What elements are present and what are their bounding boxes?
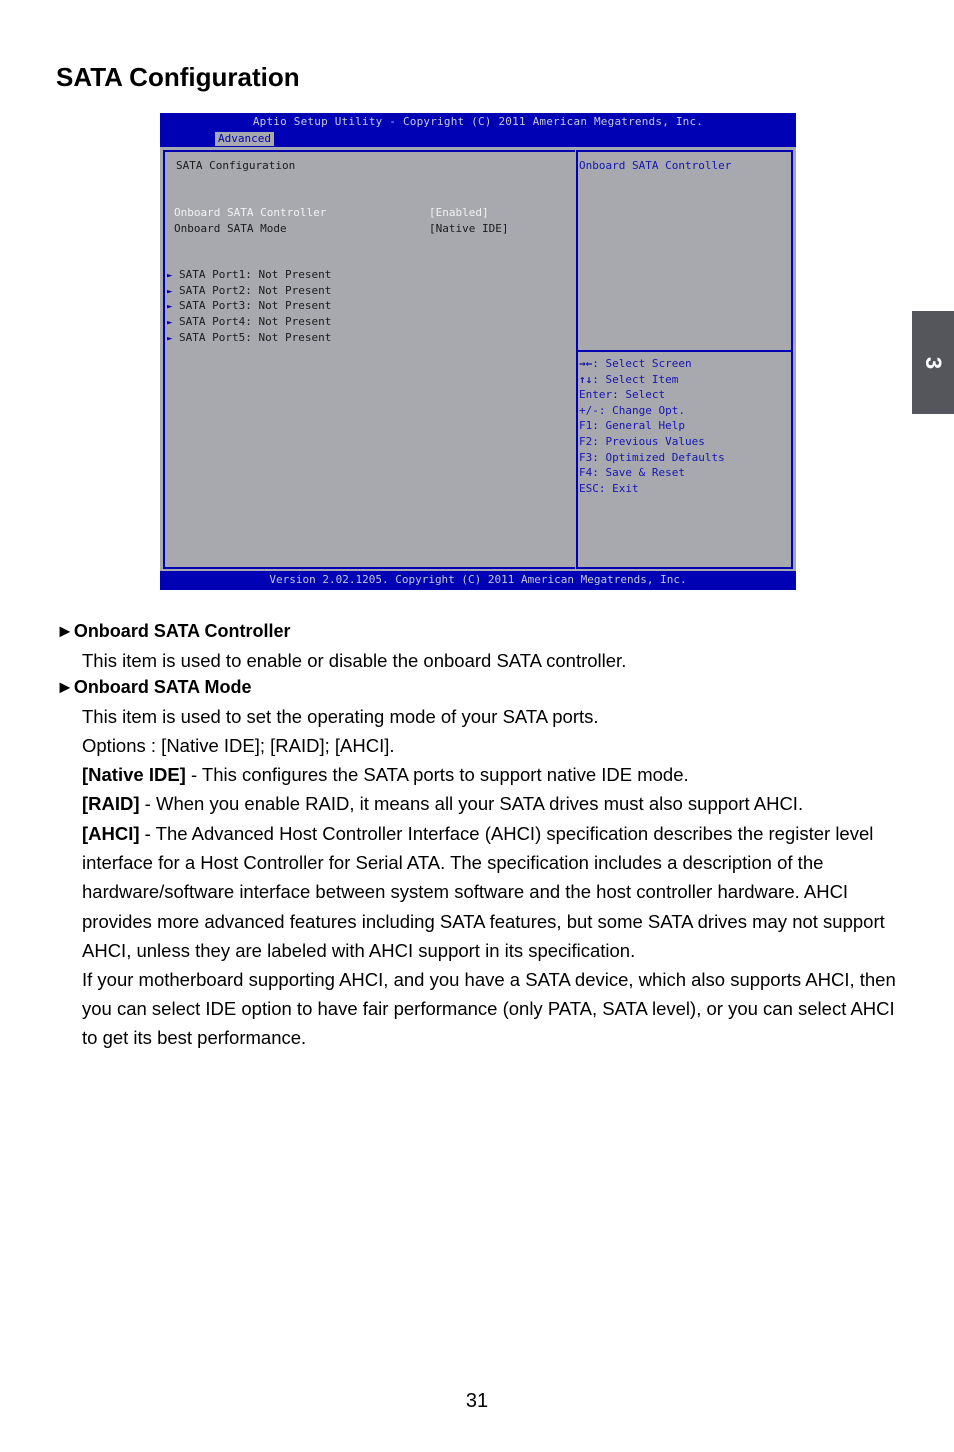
paragraph: This item is used to set the operating m… <box>82 706 599 727</box>
setting-onboard-sata-mode[interactable]: Onboard SATA Mode <box>174 222 287 236</box>
submenu-arrow-icon: ► <box>167 318 173 328</box>
section-heading-onboard-sata-mode: ►Onboard SATA Mode <box>56 677 252 697</box>
port-label: SATA Port2: Not Present <box>179 284 332 297</box>
paragraph-options: Options : [Native IDE]; [RAID]; [AHCI]. <box>82 735 395 756</box>
setting-onboard-sata-controller[interactable]: Onboard SATA Controller <box>174 206 326 220</box>
page-title: SATA Configuration <box>56 62 300 92</box>
key-hint: →←: Select Screen <box>579 357 692 370</box>
paragraph-raid: [RAID] - When you enable RAID, it means … <box>82 793 804 814</box>
port-item[interactable]: ► SATA Port4: Not Present <box>167 315 331 330</box>
port-item[interactable]: ► SATA Port2: Not Present <box>167 284 331 299</box>
option-native-ide: [Native IDE] <box>82 764 186 785</box>
paragraph-native-ide: [Native IDE] - This configures the SATA … <box>82 764 689 785</box>
section-heading-onboard-sata-controller: ►Onboard SATA Controller <box>56 621 291 641</box>
port-label: SATA Port5: Not Present <box>179 331 332 344</box>
bios-screenshot: Aptio Setup Utility - Copyright (C) 2011… <box>160 113 796 590</box>
chapter-number: 3 <box>921 356 946 369</box>
port-item[interactable]: ► SATA Port1: Not Present <box>167 268 331 283</box>
key-hint: ESC: Exit <box>579 482 639 495</box>
port-label: SATA Port1: Not Present <box>179 268 332 281</box>
bios-help-pane: Onboard SATA Controller <box>576 150 793 352</box>
bios-main-pane: SATA Configuration Onboard SATA Controll… <box>163 150 575 569</box>
paragraph-ahci: [AHCI] - The Advanced Host Controller In… <box>82 823 885 961</box>
key-hint: F3: Optimized Defaults <box>579 451 725 464</box>
submenu-arrow-icon: ► <box>167 271 173 281</box>
bios-header: Aptio Setup Utility - Copyright (C) 2011… <box>252 115 704 128</box>
bios-footer: Version 2.02.1205. Copyright (C) 2011 Am… <box>269 573 687 586</box>
key-hint: ↑↓: Select Item <box>579 373 679 386</box>
arrow-left-right-icon: →← <box>579 357 593 370</box>
bios-frame: SATA Configuration Onboard SATA Controll… <box>160 147 796 571</box>
setting-onboard-sata-mode-value[interactable]: [Native IDE] <box>429 222 508 236</box>
port-label: SATA Port3: Not Present <box>179 299 332 312</box>
key-hint: F1: General Help <box>579 419 685 432</box>
submenu-arrow-icon: ► <box>167 302 173 312</box>
paragraph-ahci-note: If your motherboard supporting AHCI, and… <box>82 969 896 1049</box>
arrow-up-down-icon: ↑↓ <box>579 373 593 386</box>
option-raid: [RAID] <box>82 793 140 814</box>
bios-keys-pane: →←: Select Screen ↑↓: Select Item Enter:… <box>576 350 793 569</box>
port-item[interactable]: ► SATA Port3: Not Present <box>167 299 331 314</box>
port-label: SATA Port4: Not Present <box>179 315 332 328</box>
help-text: Onboard SATA Controller <box>579 159 732 172</box>
key-hint: Enter: Select <box>579 388 666 401</box>
bios-screen-title: SATA Configuration <box>176 159 296 172</box>
key-hint: F4: Save & Reset <box>579 466 685 479</box>
port-item[interactable]: ► SATA Port5: Not Present <box>167 331 331 346</box>
bios-tab-advanced[interactable]: Advanced <box>215 132 274 146</box>
paragraph: This item is used to enable or disable t… <box>82 650 627 671</box>
submenu-arrow-icon: ► <box>167 287 173 297</box>
setting-onboard-sata-controller-value[interactable]: [Enabled] <box>429 206 489 220</box>
submenu-arrow-icon: ► <box>167 334 173 344</box>
page-number: 31 <box>465 1390 489 1412</box>
chapter-tab: 3 <box>912 311 954 414</box>
key-hint: F2: Previous Values <box>579 435 705 448</box>
key-hint: +/-: Change Opt. <box>579 404 685 417</box>
option-ahci: [AHCI] <box>82 823 140 844</box>
